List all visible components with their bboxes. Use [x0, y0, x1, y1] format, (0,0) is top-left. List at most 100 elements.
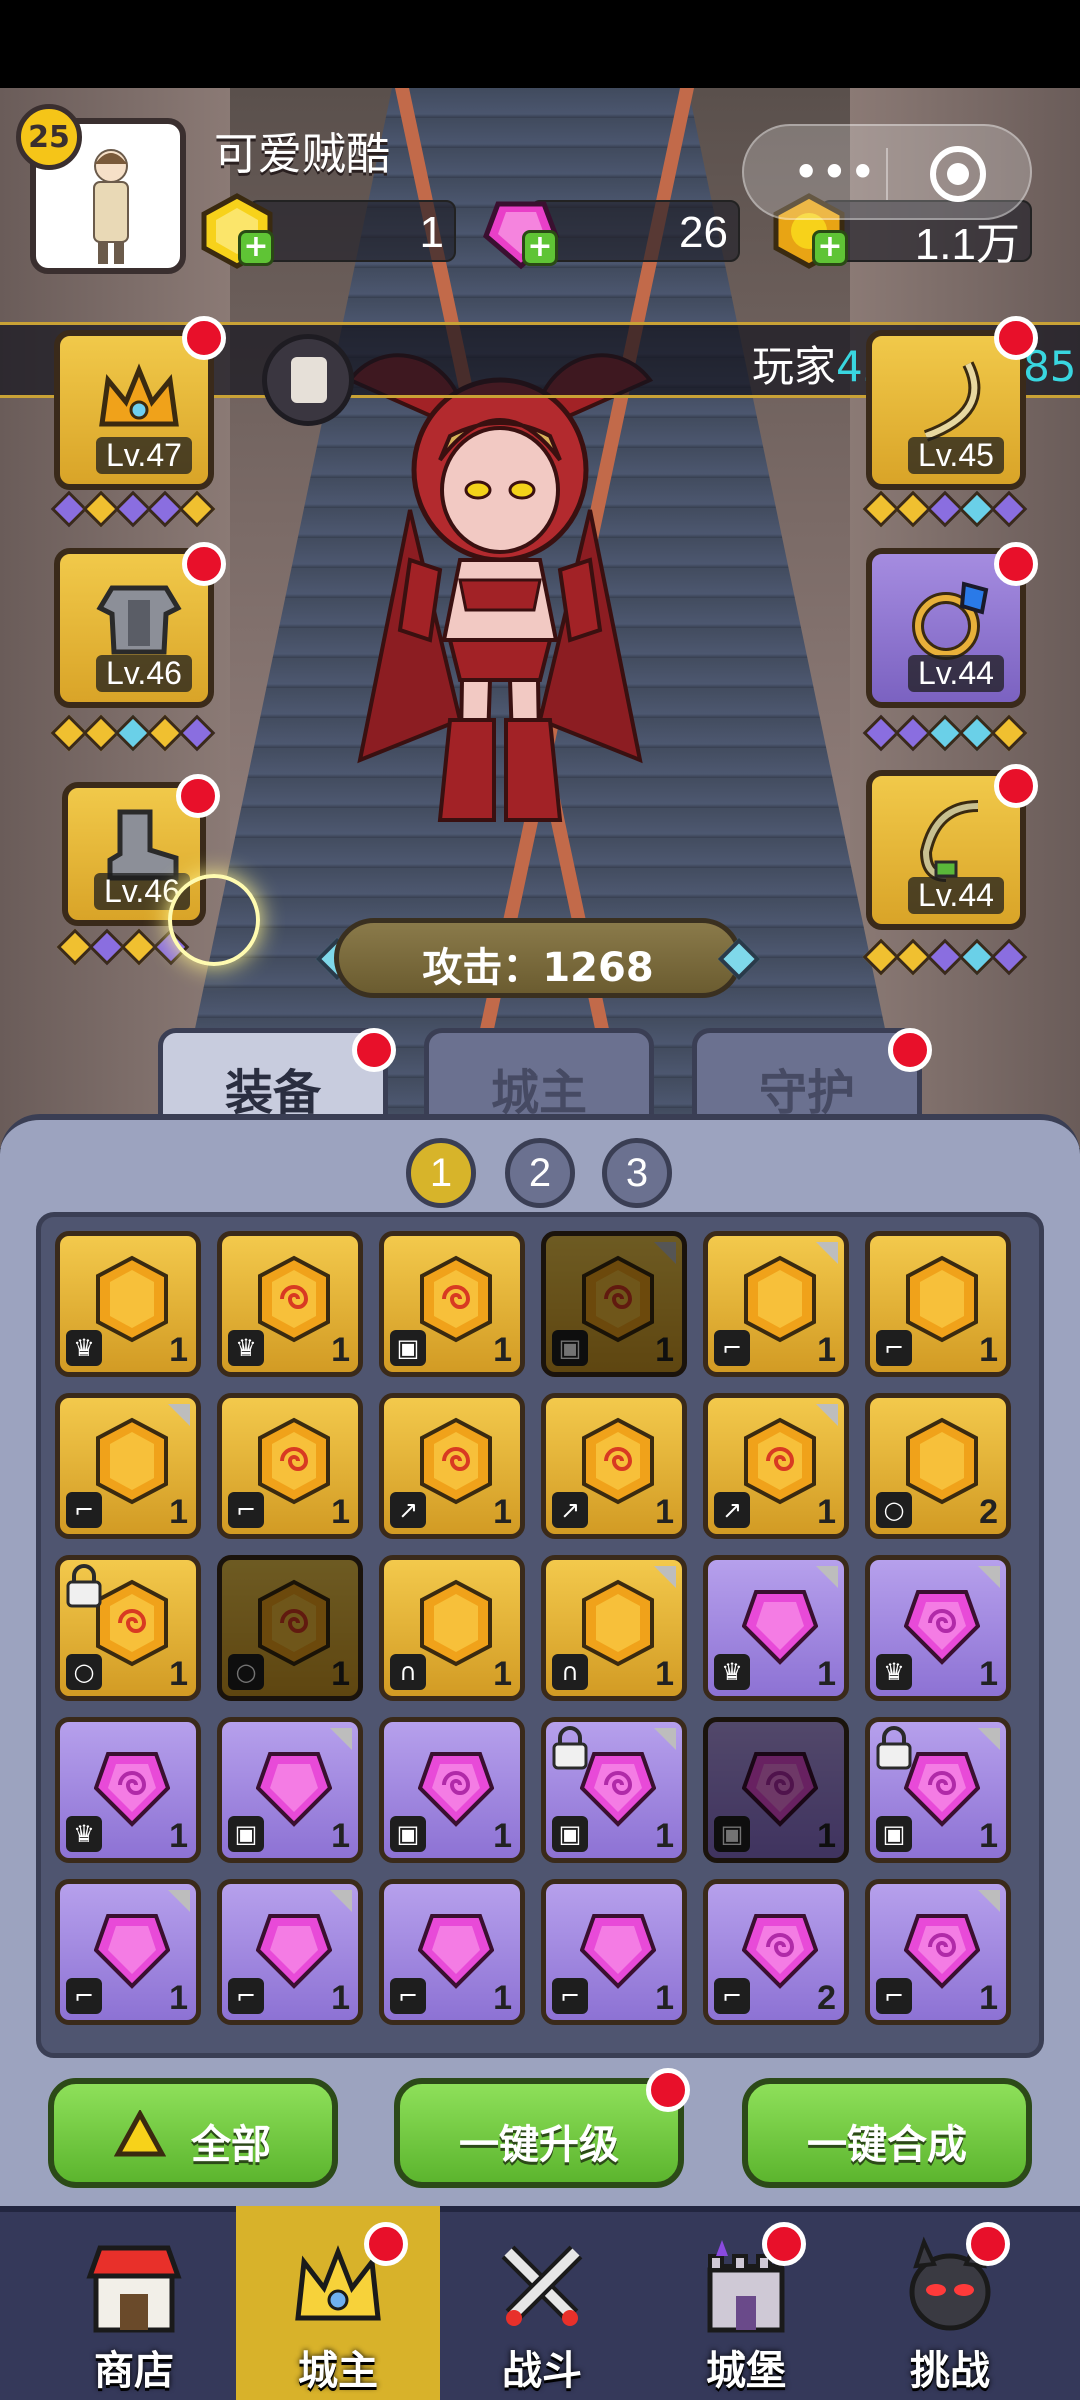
gem-icon	[742, 1914, 818, 1989]
item-count: 1	[169, 1817, 188, 1855]
crown-icon	[99, 363, 179, 427]
item-type-icon: ○	[66, 1654, 102, 1690]
inventory-item[interactable]: ○ 1	[55, 1555, 201, 1701]
add-gold-gem-button[interactable]: +	[238, 230, 274, 266]
item-count: 1	[655, 1331, 674, 1369]
inventory-item[interactable]: ▣ 1	[541, 1717, 687, 1863]
inventory-item[interactable]: ○ 2	[865, 1393, 1011, 1539]
item-count: 1	[331, 1655, 350, 1693]
nav-challenge[interactable]: 挑战	[848, 2206, 1052, 2400]
gem-icon	[580, 1752, 656, 1827]
item-type-icon: ⌐	[714, 1330, 750, 1366]
add-pink-gem-button[interactable]: +	[522, 230, 558, 266]
bow-icon	[923, 361, 981, 442]
amulet-icon	[919, 800, 979, 882]
inventory-item[interactable]: ▣ 1	[541, 1231, 687, 1377]
inventory-item[interactable]: ○ 1	[217, 1555, 363, 1701]
gem-icon	[96, 1417, 168, 1505]
item-type-icon: ○	[876, 1492, 912, 1528]
inventory-item[interactable]: ⌐ 1	[55, 1879, 201, 2025]
inventory-item[interactable]: ⌐ 1	[865, 1879, 1011, 2025]
inventory-item[interactable]: ▣ 1	[703, 1717, 849, 1863]
item-count: 2	[979, 1493, 998, 1531]
inventory-item[interactable]: ♛ 1	[55, 1231, 201, 1377]
close-target-icon[interactable]	[930, 146, 986, 202]
item-type-icon: ▣	[714, 1816, 750, 1852]
inventory-item[interactable]: ⌐ 1	[865, 1231, 1011, 1377]
item-count: 1	[331, 1331, 350, 1369]
inventory-item[interactable]: ♛ 1	[55, 1717, 201, 1863]
inventory-item[interactable]: ⌐ 1	[541, 1879, 687, 2025]
inventory-item[interactable]: ∩ 1	[541, 1555, 687, 1701]
nav-shop[interactable]: 商店	[32, 2206, 236, 2400]
gem-icon	[94, 1752, 170, 1827]
inventory-item[interactable]: ↗ 1	[703, 1393, 849, 1539]
player-name: 可爱贼酷	[214, 129, 390, 180]
resource-pink-gem-value: 26	[679, 208, 728, 257]
scroll-log-icon[interactable]	[262, 334, 354, 426]
item-count: 1	[979, 1655, 998, 1693]
inventory-item[interactable]: ⌐ 2	[703, 1879, 849, 2025]
inventory-item[interactable]: ⌐ 1	[55, 1393, 201, 1539]
inventory-item[interactable]: ♛ 1	[865, 1555, 1011, 1701]
rarity-dots	[862, 714, 1028, 752]
notification-badge	[994, 542, 1038, 586]
inventory-item[interactable]: ∩ 1	[379, 1555, 525, 1701]
sparkle-effect	[168, 874, 260, 966]
inventory-item[interactable]: ⌐ 1	[703, 1231, 849, 1377]
item-type-icon: ▣	[552, 1816, 588, 1852]
armor-icon	[96, 585, 182, 655]
ring-icon	[912, 581, 989, 660]
item-count: 1	[817, 1493, 836, 1531]
notification-badge	[762, 2222, 806, 2266]
page-button-2[interactable]: 2	[505, 1138, 575, 1208]
inventory-item[interactable]: ⌐ 1	[217, 1393, 363, 1539]
inventory-item[interactable]: ♛ 1	[217, 1231, 363, 1377]
more-menu-button[interactable]: •••	[794, 150, 879, 194]
inventory-item[interactable]: ↗ 1	[541, 1393, 687, 1539]
page-button-3[interactable]: 3	[602, 1138, 672, 1208]
corner-marker	[978, 1890, 1000, 1912]
add-coin-button[interactable]: +	[812, 230, 848, 266]
merge-all-button[interactable]: 一键合成	[742, 2078, 1032, 2188]
nav-castle[interactable]: 城堡	[644, 2206, 848, 2400]
gem-icon	[744, 1255, 816, 1343]
item-type-icon: ♛	[66, 1816, 102, 1852]
gem-icon	[418, 1752, 494, 1827]
gem-icon	[96, 1579, 168, 1667]
inventory-item[interactable]: ▣ 1	[379, 1717, 525, 1863]
inventory-item[interactable]: ▣ 1	[379, 1231, 525, 1377]
corner-marker	[654, 1242, 676, 1264]
gem-icon	[742, 1590, 818, 1665]
gem-icon	[582, 1579, 654, 1667]
notification-badge	[888, 1028, 932, 1072]
inventory-grid: ♛ 1 ♛ 1 ▣ 1 ▣ 1 ⌐ 1 ⌐ 1 ⌐ 1 ⌐ 1 ↗ 1 ↗ 1 ↗ 1 ○ 2 ○ 1 ○ 1 ∩ 1 ∩ 1 ♛ 1 ♛ 1 ♛ 1 ▣ 1…	[36, 1212, 1044, 2058]
lock-icon	[66, 1564, 102, 1608]
corner-marker	[654, 1728, 676, 1750]
item-type-icon: ⌐	[66, 1492, 102, 1528]
filter-all-button[interactable]: 全部	[48, 2078, 338, 2188]
inventory-item[interactable]: ↗ 1	[379, 1393, 525, 1539]
inventory-item[interactable]: ▣ 1	[217, 1717, 363, 1863]
inventory-item[interactable]: ⌐ 1	[217, 1879, 363, 2025]
nav-battle[interactable]: 战斗	[440, 2206, 644, 2400]
item-type-icon: ♛	[66, 1330, 102, 1366]
item-type-icon: ↗	[390, 1492, 426, 1528]
inventory-item[interactable]: ♛ 1	[703, 1555, 849, 1701]
inventory-item[interactable]: ▣ 1	[865, 1717, 1011, 1863]
gem-icon	[420, 1417, 492, 1505]
rarity-dots	[862, 938, 1028, 976]
page-button-1[interactable]: 1	[406, 1138, 476, 1208]
upgrade-all-button[interactable]: 一键升级	[394, 2078, 684, 2188]
item-type-icon: ⌐	[552, 1978, 588, 2014]
corner-marker	[654, 1566, 676, 1588]
lock-icon	[876, 1726, 912, 1770]
item-count: 1	[817, 1655, 836, 1693]
gem-icon	[256, 1914, 332, 1989]
corner-marker	[816, 1566, 838, 1588]
item-count: 1	[493, 1979, 512, 2017]
hero-character[interactable]	[290, 340, 710, 900]
item-type-icon: ↗	[552, 1492, 588, 1528]
nav-lord[interactable]: 城主	[236, 2206, 440, 2400]
inventory-item[interactable]: ⌐ 1	[379, 1879, 525, 2025]
